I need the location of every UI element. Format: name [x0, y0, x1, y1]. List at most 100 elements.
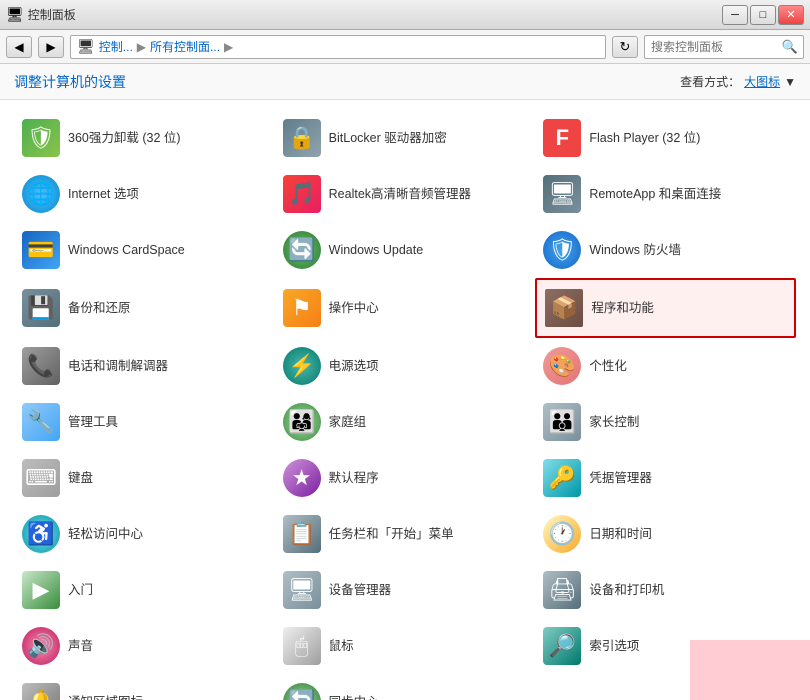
item-sync[interactable]: 🔄 同步中心 [275, 674, 536, 700]
icon-notify: 🔔 [22, 683, 60, 700]
icon-getstart: ▶ [22, 571, 60, 609]
label-360: 360强力卸载 (32 位) [68, 130, 181, 146]
items-grid: 🛡360强力卸载 (32 位)🔒BitLocker 驱动器加密FFlash Pl… [14, 110, 796, 700]
item-getstart[interactable]: ▶ 入门 [14, 562, 275, 618]
label-printer: 设备和打印机 [589, 582, 664, 598]
item-programs[interactable]: 📦 程序和功能 [535, 278, 796, 338]
label-action: 操作中心 [329, 300, 379, 316]
view-label: 查看方式： [680, 73, 740, 90]
close-button[interactable]: ✕ [778, 5, 804, 25]
label-wupdate: Windows Update [329, 242, 424, 258]
address-bar: ◀ ▶ 🖥 控制... ▶ 所有控制面... ▶ ↻ 🔍 [0, 30, 810, 64]
item-360[interactable]: 🛡360强力卸载 (32 位) [14, 110, 275, 166]
maximize-button[interactable]: □ [750, 5, 776, 25]
item-family[interactable]: 👨‍👩‍👧家庭组 [275, 394, 536, 450]
item-bitlocker[interactable]: 🔒BitLocker 驱动器加密 [275, 110, 536, 166]
icon-admin: 🔧 [22, 403, 60, 441]
item-action[interactable]: ⚑操作中心 [275, 278, 536, 338]
label-notify: 通知区域图标 [68, 694, 143, 700]
item-notify[interactable]: 🔔 通知区域图标 [14, 674, 275, 700]
label-flash: Flash Player (32 位) [589, 130, 700, 146]
pink-corner [690, 640, 810, 700]
view-mode-button[interactable]: 大图标 [744, 73, 780, 90]
view-dropdown-icon[interactable]: ▼ [784, 75, 796, 89]
icon-internet: 🌐 [22, 175, 60, 213]
icon-power: ⚡ [283, 347, 321, 385]
item-sound[interactable]: 🔊声音 [14, 618, 275, 674]
label-mouse: 鼠标 [329, 638, 354, 654]
item-person[interactable]: 🎨 个性化 [535, 338, 796, 394]
icon-family: 👨‍👩‍👧 [283, 403, 321, 441]
label-default: 默认程序 [329, 470, 379, 486]
item-firewall[interactable]: 🛡 Windows 防火墙 [535, 222, 796, 278]
label-admin: 管理工具 [68, 414, 118, 430]
search-input[interactable] [644, 35, 804, 59]
icon-backup: 💾 [22, 289, 60, 327]
item-default[interactable]: ★默认程序 [275, 450, 536, 506]
label-person: 个性化 [589, 358, 627, 374]
label-sync: 同步中心 [329, 694, 379, 700]
item-internet[interactable]: 🌐Internet 选项 [14, 166, 275, 222]
icon-firewall: 🛡 [543, 231, 581, 269]
breadcrumb-part1[interactable]: 控制... [99, 38, 133, 55]
icon-credential: 🔑 [543, 459, 581, 497]
icon-programs: 📦 [545, 289, 583, 327]
item-power[interactable]: ⚡电源选项 [275, 338, 536, 394]
icon-keyboard: ⌨ [22, 459, 60, 497]
label-keyboard: 键盘 [68, 470, 93, 486]
title-bar-left: 🖥 控制面板 [6, 6, 76, 23]
icon-parent: 👪 [543, 403, 581, 441]
item-keyboard[interactable]: ⌨ 键盘 [14, 450, 275, 506]
item-device[interactable]: 🖥设备管理器 [275, 562, 536, 618]
view-selector: 查看方式： 大图标 ▼ [680, 73, 796, 90]
item-mouse[interactable]: 🖱鼠标 [275, 618, 536, 674]
item-remoteapp[interactable]: 🖥RemoteApp 和桌面连接 [535, 166, 796, 222]
main-area: 🛡360强力卸载 (32 位)🔒BitLocker 驱动器加密FFlash Pl… [0, 100, 810, 700]
icon-datetime: 🕐 [543, 515, 581, 553]
icon-wupdate: 🔄 [283, 231, 321, 269]
icon-phone: 📞 [22, 347, 60, 385]
breadcrumb-sep1: ▶ [137, 40, 146, 54]
icon-remoteapp: 🖥 [543, 175, 581, 213]
icon-sync: 🔄 [283, 683, 321, 700]
item-printer[interactable]: 🖨 设备和打印机 [535, 562, 796, 618]
icon-index: 🔎 [543, 627, 581, 665]
forward-button[interactable]: ▶ [38, 36, 64, 58]
icon-person: 🎨 [543, 347, 581, 385]
item-taskbar[interactable]: 📋任务栏和「开始」菜单 [275, 506, 536, 562]
breadcrumb-part2[interactable]: 所有控制面... [150, 38, 220, 55]
icon-realtek: 🎵 [283, 175, 321, 213]
item-phone[interactable]: 📞电话和调制解调器 [14, 338, 275, 394]
label-firewall: Windows 防火墙 [589, 242, 681, 258]
search-icon: 🔍 [782, 39, 798, 55]
page-title: 调整计算机的设置 [14, 72, 126, 92]
item-wupdate[interactable]: 🔄 Windows Update [275, 222, 536, 278]
title-bar-controls: ─ □ ✕ [722, 5, 804, 25]
icon-sound: 🔊 [22, 627, 60, 665]
item-credential[interactable]: 🔑凭据管理器 [535, 450, 796, 506]
item-parent[interactable]: 👪家长控制 [535, 394, 796, 450]
breadcrumb-icon: 🖥 [77, 38, 95, 55]
title-bar-text: 控制面板 [28, 6, 76, 23]
icon-easy: ♿ [22, 515, 60, 553]
item-flash[interactable]: FFlash Player (32 位) [535, 110, 796, 166]
item-admin[interactable]: 🔧 管理工具 [14, 394, 275, 450]
item-datetime[interactable]: 🕐 日期和时间 [535, 506, 796, 562]
label-taskbar: 任务栏和「开始」菜单 [329, 526, 454, 542]
minimize-button[interactable]: ─ [722, 5, 748, 25]
back-button[interactable]: ◀ [6, 36, 32, 58]
item-backup[interactable]: 💾备份和还原 [14, 278, 275, 338]
item-realtek[interactable]: 🎵Realtek高清晰音频管理器 [275, 166, 536, 222]
label-cardspace: Windows CardSpace [68, 242, 185, 258]
label-device: 设备管理器 [329, 582, 392, 598]
icon-printer: 🖨 [543, 571, 581, 609]
item-easy[interactable]: ♿轻松访问中心 [14, 506, 275, 562]
label-programs: 程序和功能 [591, 300, 654, 316]
search-wrap: 🔍 [644, 35, 804, 59]
label-datetime: 日期和时间 [589, 526, 652, 542]
label-index: 索引选项 [589, 638, 639, 654]
item-cardspace[interactable]: 💳Windows CardSpace [14, 222, 275, 278]
refresh-button[interactable]: ↻ [612, 36, 638, 58]
label-getstart: 入门 [68, 582, 93, 598]
breadcrumb[interactable]: 🖥 控制... ▶ 所有控制面... ▶ [70, 35, 606, 59]
